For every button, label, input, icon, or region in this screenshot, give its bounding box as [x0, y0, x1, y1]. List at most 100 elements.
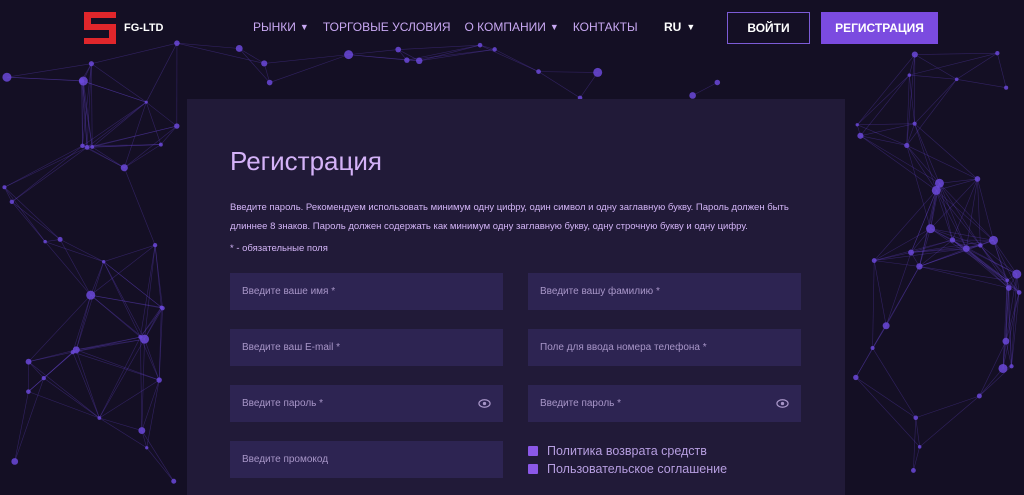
register-button[interactable]: РЕГИСТРАЦИЯ	[821, 12, 938, 44]
network-node	[9, 199, 15, 205]
first-name-input[interactable]: Введите ваше имя *	[230, 273, 503, 310]
network-link	[99, 338, 145, 419]
network-node	[171, 478, 177, 484]
network-link	[906, 75, 910, 146]
caret-down-icon: ▼	[299, 22, 309, 32]
network-link	[874, 260, 920, 267]
network-link	[909, 74, 957, 80]
phone-input[interactable]: Поле для ввода номера телефона *	[528, 329, 801, 366]
network-link	[90, 294, 141, 338]
user-agreement-checkbox[interactable]: Пользовательское соглашение	[528, 462, 727, 476]
network-link	[1011, 274, 1018, 367]
network-node	[120, 164, 128, 172]
network-node	[913, 415, 919, 421]
network-link	[885, 266, 920, 326]
page-title: Регистрация	[230, 146, 382, 176]
network-link	[919, 395, 980, 448]
network-link	[146, 380, 160, 448]
password-confirm-input[interactable]: Введите пароль *	[528, 385, 801, 422]
network-node	[853, 374, 859, 381]
network-node	[25, 358, 32, 365]
network-link	[4, 147, 88, 188]
network-node	[904, 142, 910, 149]
checkbox-icon[interactable]	[528, 464, 538, 474]
registration-card: Регистрация Введите пароль. Рекомендуем …	[187, 99, 845, 495]
network-link	[28, 391, 100, 419]
network-link	[966, 248, 1017, 275]
email-input[interactable]: Введите ваш E-mail *	[230, 329, 503, 366]
network-link	[141, 430, 174, 482]
network-node	[80, 143, 85, 149]
network-node	[908, 249, 914, 256]
network-link	[103, 244, 156, 262]
network-node	[41, 375, 46, 381]
network-link	[6, 76, 82, 81]
network-link	[75, 349, 100, 419]
nav-markets[interactable]: РЫНКИ ▼	[253, 20, 309, 34]
caret-down-icon: ▼	[549, 22, 559, 32]
network-link	[914, 79, 957, 124]
network-link	[28, 361, 45, 379]
nav-about[interactable]: О КОМПАНИИ ▼	[465, 20, 559, 34]
network-node	[70, 349, 75, 355]
login-button[interactable]: ВОЙТИ	[727, 12, 810, 44]
network-link	[919, 266, 1008, 281]
network-link	[99, 379, 160, 419]
network-node	[43, 239, 47, 244]
network-link	[124, 167, 156, 246]
eye-icon[interactable]	[776, 397, 789, 410]
network-node	[11, 458, 19, 465]
network-node	[1009, 364, 1014, 369]
network-link	[140, 336, 160, 381]
network-link	[538, 71, 581, 99]
network-node	[1002, 337, 1010, 345]
network-link	[914, 123, 978, 180]
password-input[interactable]: Введите пароль *	[230, 385, 503, 422]
network-link	[141, 379, 160, 431]
network-link	[914, 54, 957, 80]
refund-policy-checkbox[interactable]: Политика возврата средств	[528, 444, 707, 458]
promo-code-input[interactable]: Введите промокод	[230, 441, 503, 478]
network-node	[974, 176, 981, 182]
network-node	[138, 427, 146, 435]
logo-icon[interactable]	[82, 10, 118, 46]
last-name-input[interactable]: Введите вашу фамилию *	[528, 273, 801, 310]
network-link	[160, 125, 178, 145]
network-link	[43, 351, 74, 379]
network-node	[97, 416, 102, 420]
network-link	[11, 145, 83, 203]
eye-icon[interactable]	[478, 397, 491, 410]
network-link	[956, 78, 1007, 89]
network-link	[145, 102, 162, 145]
network-link	[4, 187, 46, 242]
network-link	[140, 337, 143, 431]
network-link	[103, 261, 141, 338]
network-node	[870, 345, 875, 350]
network-node	[855, 123, 859, 127]
network-link	[910, 190, 937, 253]
network-link	[980, 245, 1009, 289]
network-link	[72, 295, 92, 353]
network-node	[156, 377, 162, 383]
network-node	[174, 123, 180, 129]
network-link	[906, 79, 957, 146]
network-node	[949, 237, 956, 243]
nav-contacts[interactable]: КОНТАКТЫ	[573, 20, 638, 34]
network-node	[1016, 290, 1022, 295]
language-select[interactable]: RU ▼	[664, 20, 695, 34]
network-node	[86, 290, 96, 300]
network-node	[916, 263, 923, 270]
network-link	[76, 349, 160, 381]
network-node	[988, 235, 998, 245]
header: FG-LTD РЫНКИ ▼ ТОРГОВЫЕ УСЛОВИЯ О КОМПАН…	[0, 0, 1024, 56]
network-node	[978, 243, 983, 248]
network-link	[906, 145, 978, 180]
network-link	[952, 178, 978, 241]
network-node	[911, 467, 916, 473]
logo-text[interactable]: FG-LTD	[124, 22, 164, 34]
network-link	[956, 52, 998, 80]
network-link	[538, 71, 598, 73]
checkbox-icon[interactable]	[528, 446, 538, 456]
network-node	[88, 61, 94, 67]
nav-trading-conditions[interactable]: ТОРГОВЫЕ УСЛОВИЯ	[323, 20, 451, 34]
